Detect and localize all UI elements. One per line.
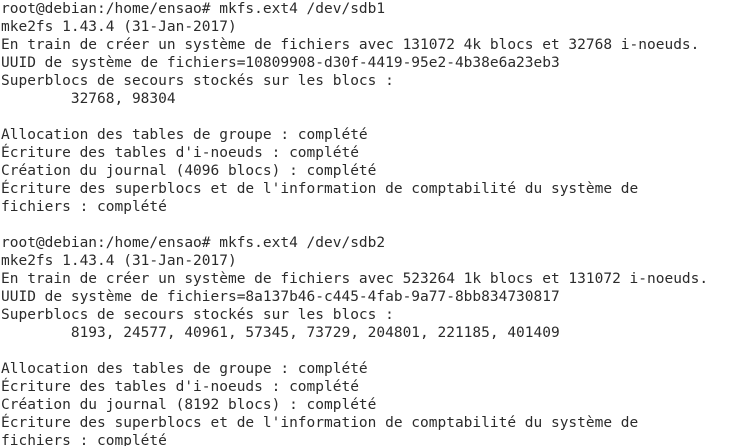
output-line-superblocks-header: Superblocs de secours stockés sur les bl… bbox=[1, 73, 394, 89]
output-line-inode-tables: Écriture des tables d'i-noeuds : complét… bbox=[1, 379, 359, 395]
terminal-output[interactable]: root@debian:/home/ensao# mkfs.ext4 /dev/… bbox=[0, 0, 738, 446]
command-line-mkfs-sdb1: root@debian:/home/ensao# mkfs.ext4 /dev/… bbox=[1, 1, 386, 17]
output-line-uuid: UUID de système de fichiers=8a137b46-c44… bbox=[1, 289, 560, 305]
output-line-journal: Création du journal (4096 blocs) : compl… bbox=[1, 163, 377, 179]
output-line-superblocks-write-cont: fichiers : complété bbox=[1, 433, 167, 446]
output-line-superblocks-list: 32768, 98304 bbox=[1, 91, 176, 107]
output-line-group-tables: Allocation des tables de groupe : complé… bbox=[1, 127, 368, 143]
output-line-create-fs: En train de créer un système de fichiers… bbox=[1, 271, 709, 287]
output-line-inode-tables: Écriture des tables d'i-noeuds : complét… bbox=[1, 145, 359, 161]
output-line-superblocks-write-cont: fichiers : complété bbox=[1, 199, 167, 215]
output-line-group-tables: Allocation des tables de groupe : complé… bbox=[1, 361, 368, 377]
output-line-create-fs: En train de créer un système de fichiers… bbox=[1, 37, 700, 53]
output-line-superblocks-write: Écriture des superblocs et de l'informat… bbox=[1, 181, 639, 197]
output-line-superblocks-list: 8193, 24577, 40961, 57345, 73729, 204801… bbox=[1, 325, 560, 341]
output-line-uuid: UUID de système de fichiers=10809908-d30… bbox=[1, 55, 560, 71]
output-line-journal: Création du journal (8192 blocs) : compl… bbox=[1, 397, 377, 413]
output-line-version: mke2fs 1.43.4 (31-Jan-2017) bbox=[1, 253, 237, 269]
output-line-superblocks-header: Superblocs de secours stockés sur les bl… bbox=[1, 307, 394, 323]
output-line-superblocks-write: Écriture des superblocs et de l'informat… bbox=[1, 415, 639, 431]
output-line-version: mke2fs 1.43.4 (31-Jan-2017) bbox=[1, 19, 237, 35]
command-line-mkfs-sdb2: root@debian:/home/ensao# mkfs.ext4 /dev/… bbox=[1, 235, 386, 251]
